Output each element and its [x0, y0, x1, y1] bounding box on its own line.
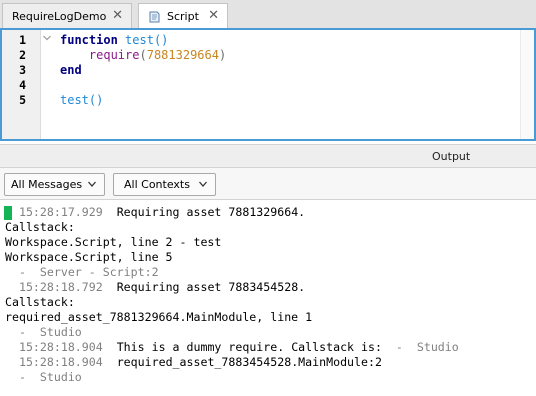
chevron-down-icon [199, 181, 207, 187]
parens: () [153, 33, 169, 47]
line-number: 1 [19, 33, 26, 47]
log-line: required_asset_7881329664.MainModule, li… [5, 310, 313, 324]
number-literal: 7881329664 [146, 48, 219, 62]
dropdown-value: All Contexts [124, 178, 190, 191]
function-name: test [125, 33, 154, 47]
keyword: end [60, 63, 82, 77]
output-title: Output [432, 150, 471, 163]
timestamp: 15:28:18.904 [18, 355, 103, 369]
log-line: 15:28:18.792 Requiring asset 7883454528. [5, 280, 305, 295]
parens: () [88, 93, 104, 107]
script-icon [149, 11, 160, 22]
tab-bar: RequireLogDemo ✕ Script ✕ [0, 0, 536, 29]
tab-label: RequireLogDemo [12, 9, 107, 23]
log-context-line: - Server - Script:2 [5, 265, 159, 279]
open-paren: ( [139, 48, 147, 62]
log-context-line: - Studio [5, 370, 82, 384]
output-log[interactable]: 15:28:17.929 Requiring asset 7881329664.… [0, 201, 536, 396]
line-number: 5 [19, 93, 26, 107]
log-line: 15:28:18.904 required_asset_7883454528.M… [5, 355, 382, 370]
chevron-down-icon [88, 181, 96, 187]
line-number-gutter: 1 2 3 4 5 [2, 30, 40, 139]
log-context-line: - Studio [5, 325, 82, 339]
log-line: Workspace.Script, line 2 - test [5, 235, 222, 249]
log-context: - Studio [381, 340, 459, 354]
log-line: Workspace.Script, line 5 [5, 250, 173, 264]
builtin-call: require [88, 48, 140, 62]
line-number: 3 [19, 63, 26, 77]
output-panel-header: Output [0, 144, 536, 168]
code-line-2: require(7881329664) [60, 48, 226, 63]
gutter-divider [40, 30, 41, 139]
editor-scrollbar[interactable] [520, 30, 534, 139]
log-line: Callstack: [5, 220, 75, 234]
code-line-5: test() [60, 93, 103, 108]
close-icon[interactable]: ✕ [112, 9, 123, 22]
context-filter-dropdown[interactable]: All Contexts [113, 173, 216, 196]
function-call: test [60, 93, 89, 107]
timestamp: 15:28:18.792 [18, 280, 103, 294]
log-line: Callstack: [5, 295, 75, 309]
log-message: Requiring asset 7883454528. [116, 280, 306, 294]
timestamp: 15:28:17.929 [18, 205, 103, 219]
code-line-1: function test() [60, 33, 168, 48]
tab-requirelogdemo[interactable]: RequireLogDemo ✕ [2, 3, 132, 28]
fold-chevron-icon[interactable] [42, 33, 52, 43]
code-line-3: end [60, 63, 82, 78]
keyword: function [60, 33, 118, 47]
log-message: required_asset_7883454528.MainModule:2 [116, 355, 382, 369]
script-editor[interactable]: 1 2 3 4 5 function test() require(788132… [0, 28, 536, 141]
dropdown-value: All Messages [11, 178, 83, 191]
output-filter-bar: All Messages All Contexts [0, 168, 536, 200]
tab-label: Script [167, 10, 199, 23]
close-icon[interactable]: ✕ [208, 9, 219, 22]
line-number: 4 [19, 78, 26, 92]
timestamp: 15:28:18.904 [18, 340, 103, 354]
close-paren: ) [218, 48, 227, 62]
line-number: 2 [19, 48, 26, 62]
tab-script[interactable]: Script ✕ [138, 3, 228, 29]
message-filter-dropdown[interactable]: All Messages [4, 173, 105, 196]
log-message: Requiring asset 7881329664. [116, 205, 306, 219]
log-line: 15:28:18.904 This is a dummy require. Ca… [5, 340, 459, 355]
log-message: This is a dummy require. Callstack is: [116, 340, 382, 354]
log-line: 15:28:17.929 Requiring asset 7881329664. [5, 205, 305, 220]
